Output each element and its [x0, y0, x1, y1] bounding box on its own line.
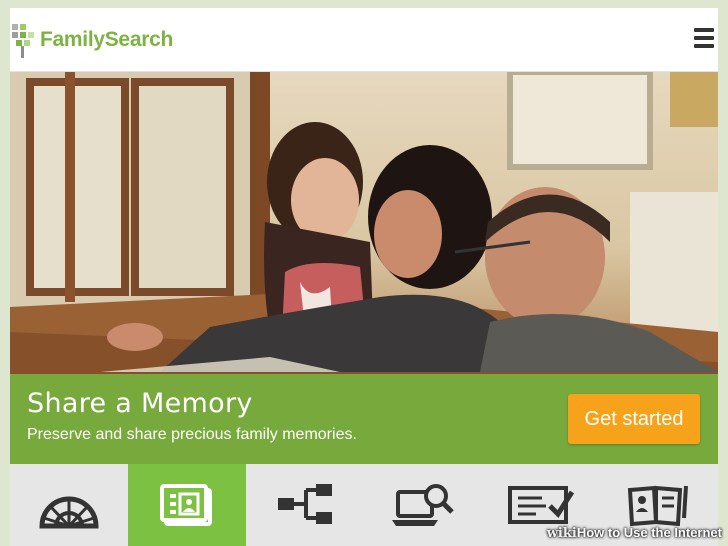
family-tree-icon: [278, 484, 332, 524]
indexing-icon: [508, 486, 575, 524]
family-tree-logo-icon: [12, 24, 34, 58]
app-frame: FamilySearch Share a Memory Preserve and…: [10, 8, 718, 546]
tile-family-tree[interactable]: [246, 464, 364, 546]
hamburger-line: [694, 36, 714, 40]
learning-center-icon: [627, 485, 688, 527]
watermark-prefix: wiki: [546, 526, 577, 541]
banner-subtitle: Preserve and share precious family memor…: [27, 426, 357, 443]
brand-name: FamilySearch: [40, 28, 173, 51]
site-header: FamilySearch: [10, 8, 718, 72]
watermark-text: How to Use the Internet: [576, 525, 722, 540]
search-records-icon: [392, 484, 454, 526]
tile-memories[interactable]: [128, 464, 246, 546]
banner-title: Share a Memory: [27, 388, 253, 419]
get-started-button[interactable]: Get started: [568, 394, 700, 444]
tile-fan-chart[interactable]: [10, 464, 128, 546]
hamburger-line: [694, 44, 714, 48]
share-memory-banner: Share a Memory Preserve and share precio…: [10, 374, 718, 464]
watermark: wikiHow to Use the Internet: [547, 525, 722, 541]
photo-memories-icon: [160, 484, 212, 526]
fan-chart-icon: [39, 496, 99, 529]
brand-logo[interactable]: FamilySearch: [10, 18, 173, 62]
hamburger-menu-icon: [694, 28, 714, 32]
tile-search[interactable]: [364, 464, 482, 546]
hero-section: Share a Memory Preserve and share precio…: [10, 72, 718, 464]
menu-button[interactable]: [694, 28, 714, 50]
